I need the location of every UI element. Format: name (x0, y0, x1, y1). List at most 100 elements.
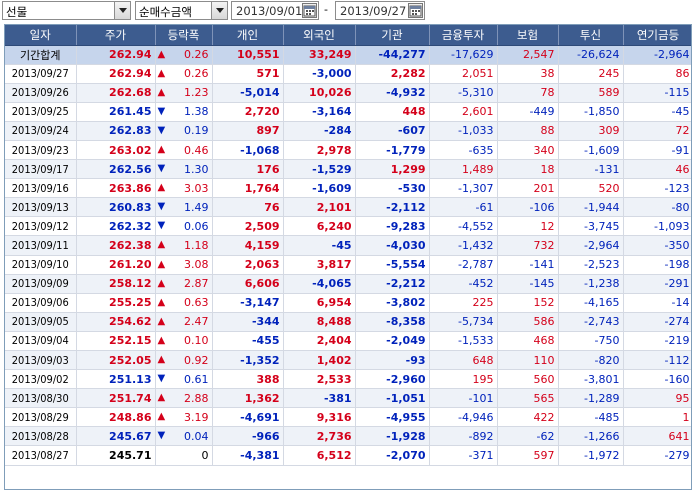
chevron-down-icon[interactable] (211, 2, 227, 19)
pension-cell: -14 (623, 293, 691, 313)
individual-cell: 571 (212, 64, 284, 84)
column-header-insurance[interactable]: 보험 (497, 25, 559, 46)
table-row[interactable]: 2013/08/30 251.74 ▲ 2.88 1,362 -381 -1,051 -101… (5, 388, 691, 409)
column-header-fin-invest[interactable]: 금융투자 (429, 25, 498, 46)
foreign-cell: -4,065 (283, 274, 356, 294)
insurance-cell: -106 (497, 197, 559, 218)
trust-cell: -750 (558, 331, 624, 352)
date-cell: 2013/08/27 (5, 445, 77, 466)
fin-invest-cell: -452 (429, 274, 498, 294)
insurance-cell: 78 (497, 83, 559, 103)
change-cell: ▼ 1.49 (155, 197, 213, 218)
column-header-change[interactable]: 등락폭 (155, 25, 213, 46)
calendar-icon[interactable] (302, 3, 317, 18)
institution-cell: -2,112 (355, 197, 430, 218)
individual-cell: 4,159 (212, 235, 284, 256)
individual-cell: -4,691 (212, 407, 284, 428)
investor-trading-table[interactable]: 일자 주가 등락폭 개인 외국인 기관 금융투자 보험 투신 연기금등 기간합계… (4, 24, 692, 490)
column-header-individual[interactable]: 개인 (212, 25, 284, 46)
change-cell: ▲ 1.18 (155, 235, 213, 256)
table-row[interactable]: 2013/09/03 252.05 ▲ 0.92 -1,352 1,402 -93 648 11… (5, 350, 691, 371)
individual-cell: -966 (212, 426, 284, 447)
pension-cell: 46 (623, 159, 691, 180)
summary-row[interactable]: 기간합계 262.94 ▲ 0.26 10,551 33,249 -44,277… (5, 45, 691, 65)
individual-cell: 2,720 (212, 102, 284, 122)
up-arrow-icon: ▲ (157, 411, 166, 423)
fin-invest-cell: -4,552 (429, 216, 498, 237)
date-from-field[interactable]: 2013/09/01 (231, 1, 319, 20)
table-row[interactable]: 2013/09/16 263.86 ▲ 3.03 1,764 -1,609 -530 -1,3… (5, 178, 691, 199)
individual-cell: 176 (212, 159, 284, 180)
change-value: 0.10 (184, 334, 209, 348)
column-header-pension[interactable]: 연기금등 (623, 25, 691, 46)
price-cell: 254.62 (76, 312, 156, 332)
table-row[interactable]: 2013/09/24 262.83 ▼ 0.19 897 -284 -607 -1,033 88… (5, 121, 691, 141)
insurance-cell: 597 (497, 445, 559, 466)
column-header-trust[interactable]: 투신 (558, 25, 624, 46)
column-header-date[interactable]: 일자 (5, 25, 77, 46)
down-arrow-icon: ▼ (157, 124, 166, 136)
table-row[interactable]: 2013/09/11 262.38 ▲ 1.18 4,159 -45 -4,030 -1,43… (5, 235, 691, 256)
up-arrow-icon: ▲ (157, 277, 166, 289)
price-cell: 245.71 (76, 445, 156, 466)
individual-cell: 2,509 (212, 216, 284, 237)
table-row[interactable]: 2013/09/02 251.13 ▼ 0.61 388 2,533 -2,960 195 56… (5, 369, 691, 390)
table-row[interactable]: 2013/09/26 262.68 ▲ 1.23 -5,014 10,026 -4,932-… (5, 83, 691, 103)
price-cell: 245.67 (76, 426, 156, 447)
date-to-field[interactable]: 2013/09/27 (335, 1, 425, 20)
date-cell: 2013/09/17 (5, 159, 77, 180)
foreign-cell: -381 (283, 388, 356, 409)
market-select[interactable]: 선물 (2, 1, 131, 20)
column-header-price[interactable]: 주가 (76, 25, 156, 46)
fin-invest-cell: 1,489 (429, 159, 498, 180)
table-row[interactable]: 2013/08/29 248.86 ▲ 3.19 -4,691 9,316 -4,955 -4… (5, 407, 691, 428)
fin-invest-cell: -1,307 (429, 178, 498, 199)
table-row[interactable]: 2013/09/27 262.94 ▲ 0.26 571 -3,000 2,282 2,051… (5, 64, 691, 84)
calendar-icon[interactable] (408, 3, 423, 18)
fin-invest-cell: -371 (429, 445, 498, 466)
metric-select[interactable]: 순매수금액 (135, 1, 228, 20)
change-value: 1.38 (184, 105, 209, 119)
individual-cell: 1,764 (212, 178, 284, 199)
price-cell: 262.94 (76, 64, 156, 84)
insurance-cell: 422 (497, 407, 559, 428)
change-cell: ▲ 2.88 (155, 388, 213, 409)
table-row[interactable]: 2013/08/27 245.71 0 -4,381 6,512 -2,070 -371 59… (5, 445, 691, 466)
trust-cell: -820 (558, 350, 624, 371)
insurance-cell: 18 (497, 159, 559, 180)
change-value: 1.30 (184, 162, 209, 176)
change-cell: 0 (155, 445, 213, 466)
date-cell: 2013/09/11 (5, 235, 77, 256)
foreign-cell: 3,817 (283, 255, 356, 275)
up-arrow-icon: ▲ (157, 48, 166, 60)
chevron-down-icon[interactable] (114, 2, 130, 19)
price-cell: 262.94 (76, 45, 156, 65)
change-value: 0 (201, 449, 209, 463)
up-arrow-icon: ▲ (157, 392, 166, 404)
price-cell: 251.13 (76, 369, 156, 390)
institution-cell: 1,299 (355, 159, 430, 180)
table-row[interactable]: 2013/09/04 252.15 ▲ 0.10 -455 2,404 -2,049 -1,5… (5, 331, 691, 352)
column-header-foreign[interactable]: 외국인 (283, 25, 356, 46)
trust-cell: 589 (558, 83, 624, 103)
foreign-cell: 1,402 (283, 350, 356, 371)
summary-label: 기간합계 (5, 45, 77, 65)
table-row[interactable]: 2013/09/09 258.12 ▲ 2.87 6,606 -4,065 -2,212 -4… (5, 274, 691, 294)
table-row[interactable]: 2013/09/06 255.25 ▲ 0.63 -3,147 6,954 -3,802 22… (5, 293, 691, 313)
table-row[interactable]: 2013/09/13 260.83 ▼ 1.49 76 2,101 -2,112 -61 -10… (5, 197, 691, 218)
table-row[interactable]: 2013/08/28 245.67 ▼ 0.04 -966 2,736 -1,928 -892… (5, 426, 691, 447)
fin-invest-cell: -2,787 (429, 255, 498, 275)
column-header-institution[interactable]: 기관 (355, 25, 430, 46)
change-cell: ▼ 0.61 (155, 369, 213, 390)
table-row[interactable]: 2013/09/10 261.20 ▲ 3.08 2,063 3,817 -5,554 -2,… (5, 255, 691, 275)
table-row[interactable]: 2013/09/23 263.02 ▲ 0.46 -1,068 2,978 -1,779 -6… (5, 140, 691, 161)
table-row[interactable]: 2013/09/25 261.45 ▼ 1.38 2,720 -3,164 448 2,601… (5, 102, 691, 122)
up-arrow-icon: ▲ (157, 239, 166, 251)
table-row[interactable]: 2013/09/05 254.62 ▲ 2.47 -344 8,488 -8,358 -5,7… (5, 312, 691, 332)
institution-cell: -2,049 (355, 331, 430, 352)
change-value: 1.18 (184, 238, 209, 252)
table-row[interactable]: 2013/09/17 262.56 ▼ 1.30 176 -1,529 1,299 1,489… (5, 159, 691, 180)
fin-invest-cell: -4,946 (429, 407, 498, 428)
change-value: 1.49 (184, 200, 209, 214)
table-row[interactable]: 2013/09/12 262.32 ▼ 0.06 2,509 6,240 -9,283 -4,… (5, 216, 691, 237)
